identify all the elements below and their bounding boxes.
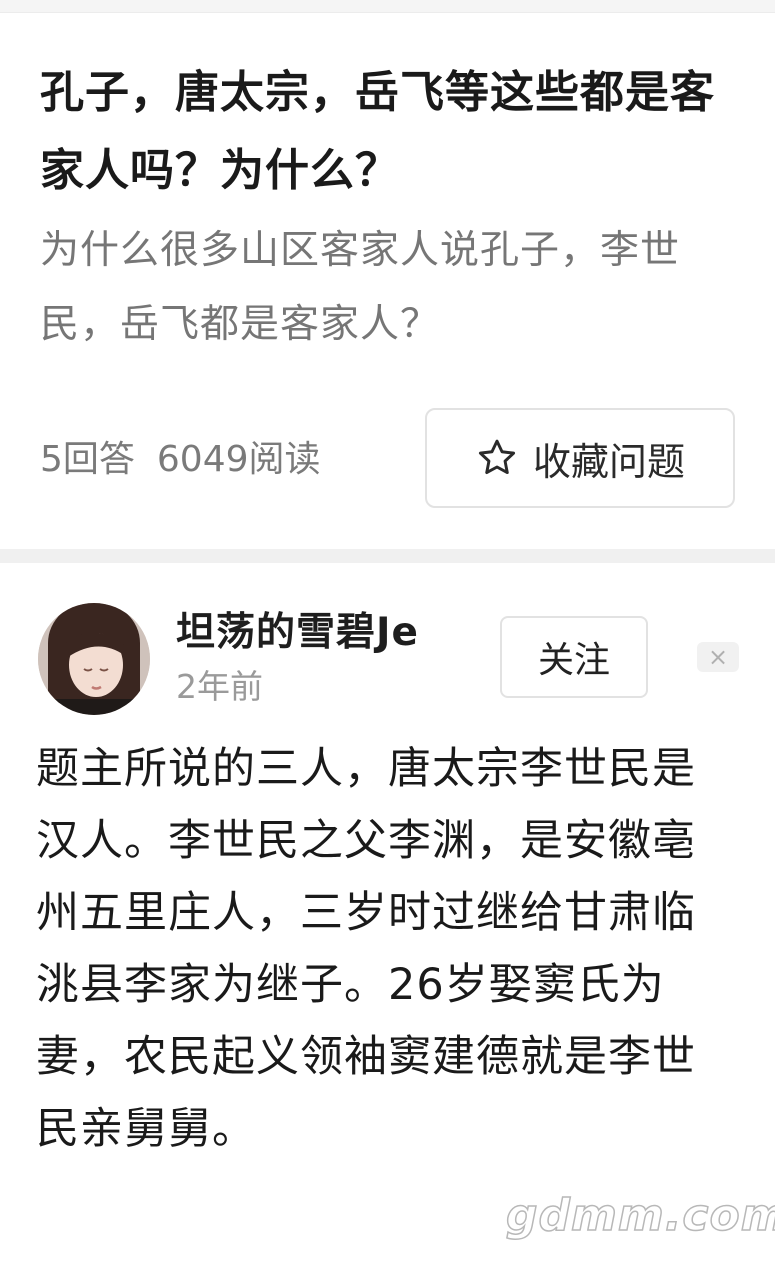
favorite-question-button[interactable]: 收藏问题 <box>425 408 735 508</box>
question-stats: 5回答 6049阅读 <box>40 432 321 488</box>
follow-button[interactable]: 关注 <box>500 616 648 698</box>
answer-body: 题主所说的三人，唐太宗李世民是汉人。李世民之父李渊，是安徽亳州五里庄人，三岁时过… <box>36 733 736 1165</box>
answer-time: 2年前 <box>176 667 263 706</box>
page: 孔子，唐太宗，岳飞等这些都是客家人吗？为什么？ 为什么很多山区客家人说孔子，李世… <box>0 0 775 1280</box>
star-outline-icon <box>478 439 516 475</box>
author-avatar[interactable] <box>38 603 150 715</box>
read-count: 6049阅读 <box>156 439 321 480</box>
author-name[interactable]: 坦荡的雪碧Je <box>176 608 419 658</box>
favorite-question-label: 收藏问题 <box>532 439 685 484</box>
section-divider <box>0 549 775 563</box>
answers-count: 5回答 <box>40 439 135 480</box>
avatar-portrait <box>38 603 150 715</box>
question-header: 孔子，唐太宗，岳飞等这些都是客家人吗？为什么？ 为什么很多山区客家人说孔子，李世… <box>40 54 740 362</box>
question-description: 为什么很多山区客家人说孔子，李世民，岳飞都是客家人？ <box>40 228 681 347</box>
question-title: 孔子，唐太宗，岳飞等这些都是客家人吗？为什么？ <box>40 67 715 196</box>
watermark: gdmm.com <box>505 1189 775 1242</box>
close-icon[interactable]: × <box>697 642 739 672</box>
top-separator <box>0 0 775 13</box>
answer-paragraph: 题主所说的三人，唐太宗李世民是汉人。李世民之父李渊，是安徽亳州五里庄人，三岁时过… <box>36 744 696 1154</box>
